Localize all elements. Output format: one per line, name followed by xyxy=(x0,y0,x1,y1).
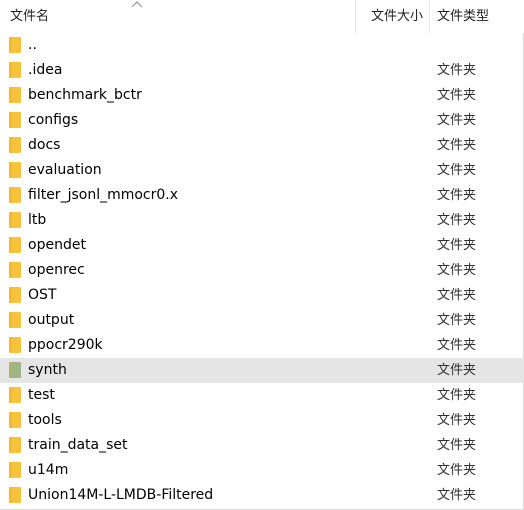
file-name: .. xyxy=(28,37,37,53)
file-type: 文件夹 xyxy=(437,113,477,128)
file-type: 文件夹 xyxy=(437,188,477,203)
file-name: benchmark_bctr xyxy=(28,87,142,103)
file-list-view: 文件名 文件大小 文件类型 .. .idea 文件夹 benchmark_bctr 文件… xyxy=(0,0,524,510)
file-name: OST xyxy=(28,287,57,303)
file-type: 文件夹 xyxy=(437,388,477,403)
file-type: 文件夹 xyxy=(437,463,477,478)
file-name: ppocr290k xyxy=(28,337,103,353)
file-row[interactable]: ltb 文件夹 xyxy=(0,208,524,233)
file-type: 文件夹 xyxy=(437,213,477,228)
file-row[interactable]: u14m 文件夹 xyxy=(0,458,524,483)
file-name: filter_jsonl_mmocr0.x xyxy=(28,187,179,203)
column-header-size[interactable]: 文件大小 xyxy=(361,0,425,33)
file-type: 文件夹 xyxy=(437,338,477,353)
file-type: 文件夹 xyxy=(437,413,477,428)
file-name: configs xyxy=(28,112,79,128)
file-type: 文件夹 xyxy=(437,63,477,78)
file-row[interactable]: benchmark_bctr 文件夹 xyxy=(0,83,524,108)
file-name: synth xyxy=(28,362,67,378)
chevron-up-icon xyxy=(131,1,143,8)
file-type: 文件夹 xyxy=(437,488,477,503)
column-header-type[interactable]: 文件类型 xyxy=(431,0,524,33)
file-name: output xyxy=(28,312,75,328)
file-type: 文件夹 xyxy=(437,313,477,328)
file-name: train_data_set xyxy=(28,437,128,453)
file-row[interactable]: docs 文件夹 xyxy=(0,133,524,158)
file-name: ltb xyxy=(28,212,47,228)
file-name: tools xyxy=(28,412,62,428)
file-type: 文件夹 xyxy=(437,363,477,378)
file-name: openrec xyxy=(28,262,85,278)
file-type: 文件夹 xyxy=(437,288,477,303)
file-row[interactable]: openrec 文件夹 xyxy=(0,258,524,283)
file-row[interactable]: test 文件夹 xyxy=(0,383,524,408)
file-row[interactable]: OST 文件夹 xyxy=(0,283,524,308)
column-header: 文件名 文件大小 文件类型 xyxy=(0,0,524,33)
column-separator[interactable] xyxy=(429,0,430,33)
file-name: u14m xyxy=(28,462,69,478)
file-name: evaluation xyxy=(28,162,102,178)
file-row[interactable]: ppocr290k 文件夹 xyxy=(0,333,524,358)
file-row[interactable]: synth 文件夹 xyxy=(0,358,524,383)
file-name: test xyxy=(28,387,55,403)
file-type: 文件夹 xyxy=(437,163,477,178)
file-name: Union14M-L-LMDB-Filtered xyxy=(28,487,214,503)
file-row[interactable]: train_data_set 文件夹 xyxy=(0,433,524,458)
file-row[interactable]: tools 文件夹 xyxy=(0,408,524,433)
file-row[interactable]: configs 文件夹 xyxy=(0,108,524,133)
file-row[interactable]: filter_jsonl_mmocr0.x 文件夹 xyxy=(0,183,524,208)
file-type: 文件夹 xyxy=(437,238,477,253)
file-name: opendet xyxy=(28,237,86,253)
file-row[interactable]: Union14M-L-LMDB-Filtered 文件夹 xyxy=(0,483,524,508)
column-separator[interactable] xyxy=(355,0,356,33)
file-type: 文件夹 xyxy=(437,438,477,453)
file-type: 文件夹 xyxy=(437,263,477,278)
file-row[interactable]: .. xyxy=(0,33,524,58)
file-type: 文件夹 xyxy=(437,88,477,103)
file-type: 文件夹 xyxy=(437,138,477,153)
column-header-name[interactable]: 文件名 xyxy=(10,0,355,33)
file-name: docs xyxy=(28,137,61,153)
file-row[interactable]: output 文件夹 xyxy=(0,308,524,333)
file-row[interactable]: .idea 文件夹 xyxy=(0,58,524,83)
file-list: .. .idea 文件夹 benchmark_bctr 文件夹 configs 文件夹 doc… xyxy=(0,33,524,508)
file-name: .idea xyxy=(28,62,63,78)
file-row[interactable]: opendet 文件夹 xyxy=(0,233,524,258)
file-row[interactable]: evaluation 文件夹 xyxy=(0,158,524,183)
